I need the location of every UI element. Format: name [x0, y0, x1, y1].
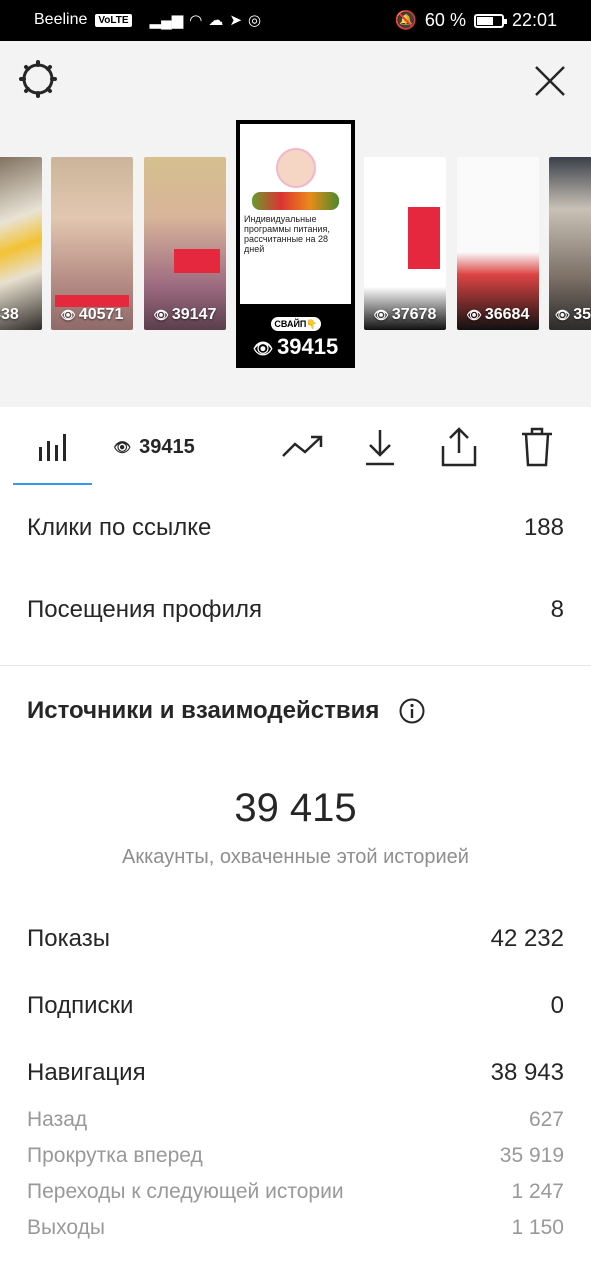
profile-visits-value: 8 [550, 596, 564, 623]
navigation-row: Навигация 38 943 [27, 1059, 564, 1087]
thumb-views: 36684 [484, 306, 530, 323]
current-story-views: 39415 [277, 334, 339, 359]
battery-icon [473, 13, 507, 28]
clock: 22:01 [511, 10, 557, 30]
delete-button[interactable] [517, 425, 557, 469]
eye-icon: 👁 [60, 308, 76, 322]
follows-row: Подписки 0 [27, 992, 564, 1020]
forward-label: Прокрутка вперед [27, 1144, 203, 1167]
instagram-icon: ◎ [247, 12, 262, 29]
back-value: 627 [528, 1108, 564, 1131]
cloud-icon: ☁ [208, 12, 224, 29]
sources-title: Источники и взаимодействия [27, 697, 380, 724]
battery-percent: 60 % [424, 10, 466, 30]
thumb-views: 39147 [171, 306, 217, 323]
carrier-name: Beeline [34, 11, 88, 28]
back-row: Назад 627 [27, 1108, 564, 1132]
insights-toolbar: 👁 39415 [0, 407, 591, 487]
story-thumb[interactable]: 0338 [0, 157, 42, 330]
story-sticker [174, 249, 220, 273]
back-label: Назад [27, 1108, 88, 1131]
thumb-views: 0338 [0, 306, 19, 323]
link-clicks-value: 188 [523, 514, 564, 541]
story-sticker [408, 207, 440, 269]
navigation-value: 38 943 [490, 1059, 564, 1086]
download-icon [366, 430, 394, 466]
story-preview: Индивидуальные программы питания, рассчи… [240, 124, 351, 304]
eye-icon: 👁 [153, 308, 169, 322]
telegram-icon: ➤ [229, 12, 242, 29]
close-icon[interactable] [532, 63, 568, 99]
section-title: Источники и взаимодействия [27, 697, 425, 725]
link-clicks-label: Клики по ссылке [27, 514, 212, 541]
current-story[interactable]: Индивидуальные программы питания, рассчи… [236, 120, 355, 368]
exits-value: 1 150 [511, 1216, 564, 1239]
link-clicks-row: Клики по ссылке 188 [27, 514, 564, 542]
forward-value: 35 919 [499, 1144, 564, 1167]
impressions-row: Показы 42 232 [27, 925, 564, 953]
story-carousel: 0338 👁40571 👁39147 Индивидуальные програ… [0, 41, 591, 407]
story-thumb[interactable]: 👁 35 [549, 157, 591, 330]
reach-number: 39 415 [234, 786, 357, 830]
gear-icon[interactable] [18, 59, 58, 99]
promote-button[interactable] [281, 425, 325, 469]
next-story-value: 1 247 [511, 1180, 564, 1203]
story-thumb[interactable]: 👁 37678 [364, 157, 446, 330]
volte-badge: VoLTE [95, 13, 132, 27]
divider [0, 665, 591, 666]
story-thumb[interactable]: 👁 40571 [51, 157, 133, 330]
tab-stats[interactable] [14, 425, 92, 469]
download-button[interactable] [360, 425, 400, 469]
exits-label: Выходы [27, 1216, 105, 1239]
impressions-value: 42 232 [490, 925, 564, 952]
bar-chart-icon [39, 434, 66, 461]
active-tab-indicator [13, 483, 92, 485]
signal-icon: ▂▄▆ [149, 12, 184, 29]
bell-off-icon: 🔕 [394, 10, 417, 30]
status-bar: Beeline VoLTE ▂▄▆ ◠ ☁ ➤ ◎ 🔕 60 % 22:01 [0, 0, 591, 41]
impressions-label: Показы [27, 925, 110, 952]
share-button[interactable] [438, 425, 480, 469]
profile-visits-label: Посещения профиля [27, 596, 262, 623]
story-thumb[interactable]: 👁 39147 [144, 157, 226, 330]
thumb-views: 40571 [78, 306, 124, 323]
exits-row: Выходы 1 150 [27, 1216, 564, 1240]
eye-icon: 👁 [113, 438, 132, 455]
story-image [252, 192, 339, 210]
story-text: Индивидуальные программы питания, рассчи… [244, 214, 330, 254]
trash-icon [522, 427, 552, 467]
swipe-sticker: СВАЙП👇 [271, 317, 321, 331]
eye-icon: 👁 [373, 308, 389, 322]
next-story-row: Переходы к следующей истории 1 247 [27, 1180, 564, 1204]
follows-value: 0 [550, 992, 564, 1019]
tab-viewers[interactable]: 👁 39415 [104, 425, 204, 469]
eye-icon: 👁 [555, 308, 571, 322]
navigation-label: Навигация [27, 1059, 146, 1086]
forward-row: Прокрутка вперед 35 919 [27, 1144, 564, 1168]
eye-icon: 👁 [466, 308, 482, 322]
trending-icon [282, 435, 323, 457]
thumb-views: 37678 [391, 306, 437, 323]
share-icon [441, 427, 477, 467]
story-avatar [275, 148, 316, 188]
reach-caption: Аккаунты, охваченные этой историей [122, 846, 469, 868]
profile-visits-row: Посещения профиля 8 [27, 596, 564, 624]
follows-label: Подписки [27, 992, 134, 1019]
story-thumb[interactable]: 👁 36684 [457, 157, 539, 330]
info-icon[interactable] [399, 698, 425, 724]
eye-icon: 👁 [252, 341, 274, 358]
wifi-icon: ◠ [189, 12, 203, 29]
viewers-count: 39415 [139, 435, 195, 458]
next-story-label: Переходы к следующей истории [27, 1180, 344, 1203]
thumb-views: 35 [573, 306, 591, 323]
